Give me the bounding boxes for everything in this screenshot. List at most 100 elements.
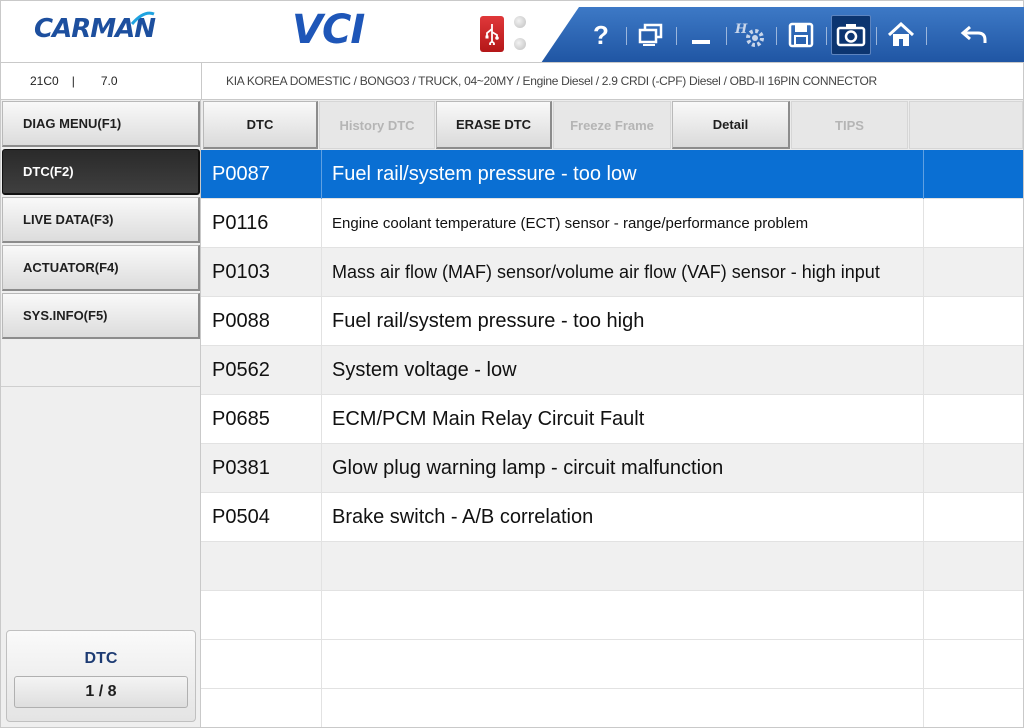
empty-table-row (201, 591, 1023, 640)
tab-label: TIPS (835, 117, 864, 133)
tab-detail[interactable]: Detail (672, 101, 790, 149)
tab-label: ERASE DTC (455, 117, 532, 132)
minimize-icon (692, 40, 710, 44)
dtc-description: Mass air flow (MAF) sensor/volume air fl… (322, 248, 924, 297)
vehicle-path: KIA KOREA DOMESTIC / BONGO3 / TRUCK, 04~… (226, 74, 877, 88)
version-separator: | (71, 74, 75, 88)
empty-table-row (201, 542, 1023, 591)
empty-cell (924, 542, 1023, 591)
dtc-extra-cell (924, 493, 1023, 542)
table-row[interactable]: P0685 ECM/PCM Main Relay Circuit Fault (201, 395, 1023, 444)
status-led-icon (514, 16, 526, 28)
toolbar: ? H (541, 7, 1024, 63)
table-row[interactable]: P0103 Mass air flow (MAF) sensor/volume … (201, 248, 1023, 297)
toolbar-divider (626, 27, 627, 45)
dtc-extra-cell (924, 248, 1023, 297)
dtc-code: P0116 (201, 199, 322, 248)
dtc-extra-cell (924, 346, 1023, 395)
camera-button[interactable] (831, 15, 871, 55)
toolbar-divider (876, 27, 877, 45)
empty-table-row (201, 640, 1023, 689)
table-row[interactable]: P0087 Fuel rail/system pressure - too lo… (201, 150, 1023, 199)
back-icon (960, 25, 987, 43)
vehicle-info-bar: 21C0 | 7.0 KIA KOREA DOMESTIC / BONGO3 /… (0, 62, 1024, 100)
sidebar-item-diag-menu[interactable]: DIAG MENU(F1) (2, 101, 200, 147)
sidebar-item-label: DIAG MENU(F1) (23, 116, 122, 131)
toolbar-divider (926, 27, 927, 45)
sidebar-item-live-data[interactable]: LIVE DATA(F3) (2, 197, 200, 243)
table-row[interactable]: P0088 Fuel rail/system pressure - too hi… (201, 297, 1023, 346)
dtc-code: P0088 (201, 297, 322, 346)
dtc-extra-cell (924, 297, 1023, 346)
product-title: VCI (292, 7, 365, 53)
empty-cell (201, 640, 322, 689)
dtc-code: P0685 (201, 395, 322, 444)
sidebar-item-label: LIVE DATA(F3) (23, 212, 114, 227)
home-button[interactable] (881, 15, 921, 55)
table-row[interactable]: P0504 Brake switch - A/B correlation (201, 493, 1023, 542)
dtc-description: Glow plug warning lamp - circuit malfunc… (322, 444, 924, 493)
dtc-description: System voltage - low (322, 346, 924, 395)
empty-cell (322, 591, 924, 640)
sidebar-item-label: ACTUATOR(F4) (23, 260, 119, 275)
app-header: CARMAN VCI ? H (0, 0, 1024, 63)
save-button[interactable] (781, 15, 821, 55)
window-button[interactable] (631, 15, 671, 55)
settings-button[interactable]: H (731, 15, 771, 55)
toolbar-divider (826, 27, 827, 45)
dtc-code: P0103 (201, 248, 322, 297)
dtc-code: P0504 (201, 493, 322, 542)
table-row[interactable]: P0562 System voltage - low (201, 346, 1023, 395)
sidebar-item-actuator[interactable]: ACTUATOR(F4) (2, 245, 200, 291)
tab-erase-dtc[interactable]: ERASE DTC (436, 101, 552, 149)
empty-cell (322, 542, 924, 591)
empty-cell (924, 689, 1023, 727)
back-button[interactable] (954, 15, 994, 55)
dtc-status-panel: DTC 1 / 8 (6, 630, 196, 722)
help-button[interactable]: ? (581, 15, 621, 55)
sidebar-divider (1, 386, 200, 387)
status-led-icon (514, 38, 526, 50)
minimize-button[interactable] (681, 15, 721, 55)
version-number: 7.0 (100, 74, 118, 88)
dtc-description: Fuel rail/system pressure - too high (322, 297, 924, 346)
tab-freeze-frame: Freeze Frame (553, 101, 671, 149)
usb-connection-icon (480, 16, 504, 52)
camera-icon (836, 24, 866, 47)
sidebar-item-label: SYS.INFO(F5) (23, 308, 108, 323)
settings-icon: H (734, 22, 764, 47)
tab-tips: TIPS (791, 101, 908, 149)
dtc-code: P0087 (201, 150, 322, 199)
sidebar: DIAG MENU(F1) DTC(F2) LIVE DATA(F3) ACTU… (0, 100, 201, 728)
tab-label: Detail (712, 117, 749, 132)
dtc-status-count: 1 / 8 (14, 676, 188, 708)
tab-label: Freeze Frame (570, 117, 654, 133)
dtc-extra-cell (924, 444, 1023, 493)
table-row[interactable]: P0116 Engine coolant temperature (ECT) s… (201, 199, 1023, 248)
empty-cell (924, 640, 1023, 689)
toolbar-divider (726, 27, 727, 45)
tab-label: DTC (246, 117, 274, 132)
logo-swoosh-icon (130, 11, 155, 25)
save-icon (788, 22, 814, 48)
dtc-description: ECM/PCM Main Relay Circuit Fault (322, 395, 924, 444)
tab-empty (909, 101, 1023, 149)
sidebar-item-sys-info[interactable]: SYS.INFO(F5) (2, 293, 200, 339)
tab-history-dtc: History DTC (319, 101, 435, 149)
tab-bar: DTC History DTC ERASE DTC Freeze Frame D… (201, 100, 1024, 150)
toolbar-divider (776, 27, 777, 45)
empty-cell (322, 689, 924, 727)
empty-cell (201, 591, 322, 640)
table-row[interactable]: P0381 Glow plug warning lamp - circuit m… (201, 444, 1023, 493)
dtc-extra-cell (924, 199, 1023, 248)
sidebar-item-dtc[interactable]: DTC(F2) (2, 149, 200, 195)
window-icon (638, 23, 663, 46)
empty-table-row (201, 689, 1023, 727)
empty-cell (201, 689, 322, 727)
empty-cell (322, 640, 924, 689)
dtc-table: P0087 Fuel rail/system pressure - too lo… (201, 150, 1024, 728)
version-box: 21C0 | 7.0 (1, 63, 202, 99)
tab-label: History DTC (339, 117, 415, 133)
dtc-extra-cell (924, 395, 1023, 444)
tab-dtc[interactable]: DTC (203, 101, 318, 149)
